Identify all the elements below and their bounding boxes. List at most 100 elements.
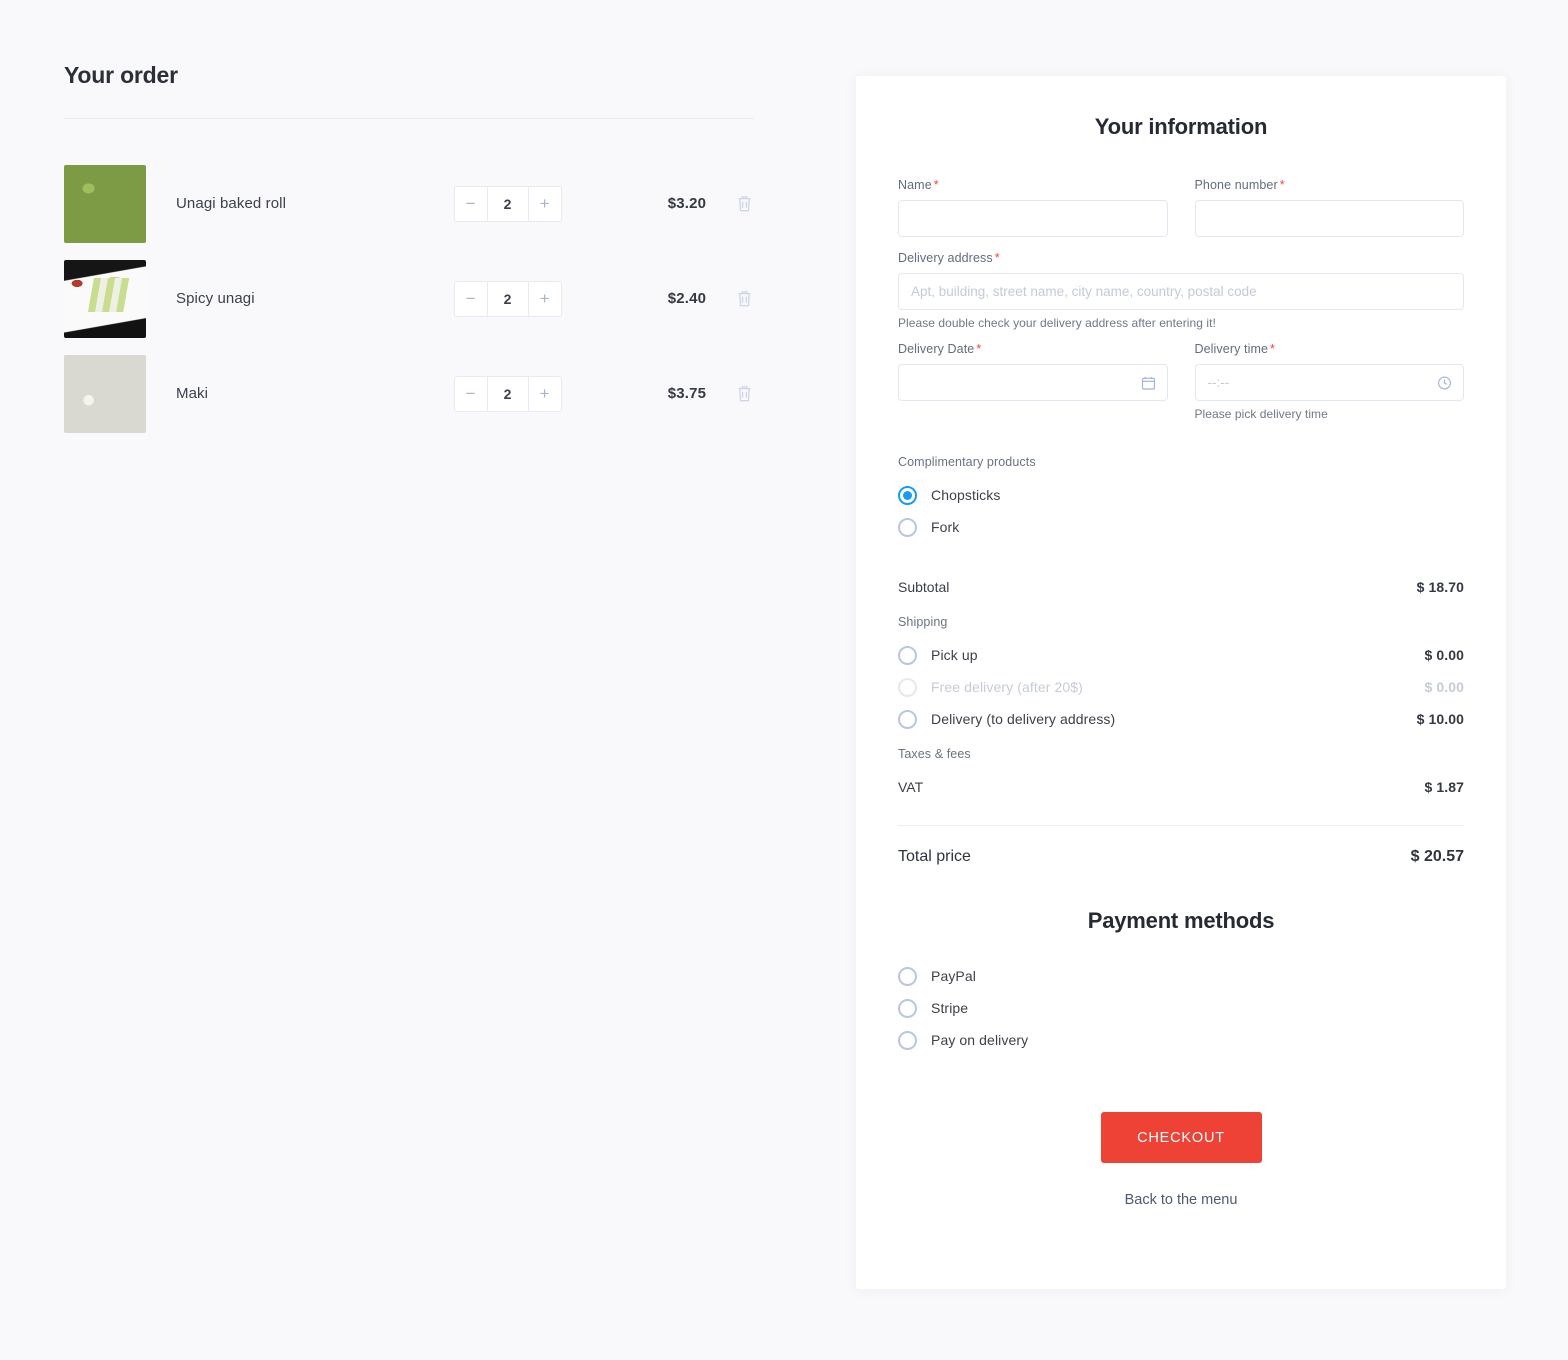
payment-options: PayPal Stripe Pay on delivery (898, 960, 1464, 1056)
date-field-group: Delivery Date * (898, 342, 1168, 421)
date-label-text: Delivery Date (898, 342, 975, 356)
remove-item-button[interactable] (734, 382, 754, 406)
checkout-page: Your order Unagi baked roll −2 + $3.20 Spicy… (0, 0, 1568, 1360)
radio-complimentary-1[interactable] (898, 517, 917, 537)
radio-payment-0[interactable] (898, 966, 917, 986)
payment-methods-title: Payment methods (1087, 908, 1275, 933)
time-hint: Please pick delivery time (1194, 407, 1328, 421)
radio-complimentary-0[interactable] (898, 485, 917, 505)
complimentary-option[interactable]: Fork (898, 517, 959, 537)
phone-field-group: Phone number * (1194, 178, 1465, 237)
phone-label: Phone number * (1195, 178, 1465, 192)
complimentary-row[interactable]: Chopsticks (898, 479, 1464, 511)
decrement-button[interactable]: − (455, 282, 487, 316)
complimentary-option[interactable]: Chopsticks (898, 485, 1001, 505)
order-item-list: Unagi baked roll −2 + $3.20 Spicy unagi −2 + $2… (64, 156, 754, 441)
name-label-text: Name (898, 178, 932, 192)
quantity-value: 2 (486, 376, 529, 411)
shipping-row[interactable]: Free delivery (after 20$) $ 0.00 (898, 671, 1464, 703)
radio-shipping-1[interactable] (898, 677, 917, 697)
total-row: Total price $ 20.57 (898, 848, 1464, 866)
shipping-option[interactable]: Free delivery (after 20$) (898, 677, 1083, 697)
shipping-label: Free delivery (after 20$) (931, 679, 1083, 695)
payment-label: Pay on delivery (931, 1032, 1029, 1048)
name-required-asterisk: * (933, 178, 939, 192)
vat-row: VAT $ 1.87 (898, 771, 1464, 803)
delivery-time-input[interactable] (1194, 364, 1464, 401)
quantity-stepper: −2 + (453, 375, 562, 412)
name-field-group: Name * (898, 178, 1168, 237)
payment-row[interactable]: Pay on delivery (898, 1024, 1464, 1056)
quantity-value: 2 (486, 281, 529, 316)
radio-shipping-0[interactable] (898, 645, 917, 665)
information-card: Your information Name * Phone number * Del… (856, 76, 1506, 1289)
increment-button[interactable]: + (529, 282, 561, 316)
quantity-stepper: −2 + (453, 185, 562, 222)
total-label: Total price (898, 848, 971, 865)
shipping-row[interactable]: Delivery (to delivery address) $ 10.00 (898, 703, 1464, 735)
item-thumbnail (64, 164, 146, 243)
vat-value: $ 1.87 (1424, 779, 1464, 795)
decrement-button[interactable]: − (455, 187, 487, 221)
phone-required-asterisk: * (1279, 178, 1285, 192)
checkout-button[interactable]: CHECKOUT (1100, 1112, 1262, 1163)
payment-option[interactable]: Stripe (898, 998, 969, 1018)
payment-row[interactable]: PayPal (898, 960, 1464, 992)
address-label: Delivery address * (898, 251, 1464, 265)
taxes-label: Taxes & fees (898, 747, 971, 761)
complimentary-label: Chopsticks (931, 487, 1001, 503)
quantity-stepper: −2 + (453, 280, 562, 317)
order-item-row: Unagi baked roll −2 + $3.20 (64, 156, 754, 251)
shipping-option[interactable]: Delivery (to delivery address) (898, 709, 1116, 729)
payment-option[interactable]: PayPal (898, 966, 976, 986)
complimentary-options: Chopsticks Fork (898, 479, 1464, 543)
payment-label: Stripe (931, 1000, 969, 1016)
increment-button[interactable]: + (529, 377, 561, 411)
complimentary-row[interactable]: Fork (898, 511, 1464, 543)
time-field-group: Delivery time* Please pick delivery time (1194, 342, 1465, 421)
date-required-asterisk: * (976, 342, 982, 356)
phone-input[interactable] (1194, 200, 1464, 237)
address-field-group: Delivery address* Please double check yo… (898, 251, 1464, 330)
shipping-option[interactable]: Pick up (898, 645, 978, 665)
name-input[interactable] (898, 200, 1168, 237)
payment-label: PayPal (931, 968, 976, 984)
shipping-options: Pick up $ 0.00 Free delivery (after 20$) $ … (898, 639, 1464, 735)
date-input-wrap (898, 364, 1168, 401)
phone-label-text: Phone number (1194, 178, 1278, 192)
radio-shipping-2[interactable] (898, 709, 917, 729)
order-panel: Your order Unagi baked roll −2 + $3.20 Spicy… (64, 62, 754, 441)
address-input[interactable] (898, 273, 1464, 310)
remove-item-button[interactable] (734, 192, 754, 216)
order-item-row: Spicy unagi −2 + $2.40 (64, 251, 754, 346)
order-divider (64, 118, 754, 119)
shipping-label: Delivery (to delivery address) (931, 711, 1116, 727)
item-thumbnail (64, 259, 146, 338)
back-to-menu-link[interactable]: Back to the menu (898, 1192, 1464, 1208)
subtotal-value: $ 18.70 (1416, 579, 1464, 595)
shipping-amount: $ 0.00 (1424, 647, 1464, 663)
item-price: $2.40 (667, 290, 707, 307)
remove-item-button[interactable] (734, 287, 754, 311)
delivery-date-input[interactable] (898, 364, 1168, 401)
increment-button[interactable]: + (529, 187, 561, 221)
radio-payment-2[interactable] (898, 1030, 917, 1050)
time-label: Delivery time * (1195, 342, 1465, 356)
order-item-row: Maki −2 + $3.75 (64, 346, 754, 441)
page-title: Your order (64, 62, 178, 88)
payment-option[interactable]: Pay on delivery (898, 1030, 1029, 1050)
shipping-row[interactable]: Pick up $ 0.00 (898, 639, 1464, 671)
radio-payment-1[interactable] (898, 998, 917, 1018)
name-label: Name * (898, 178, 1168, 192)
information-title: Your information (1094, 114, 1268, 139)
payment-row[interactable]: Stripe (898, 992, 1464, 1024)
decrement-button[interactable]: − (455, 377, 487, 411)
time-input-wrap (1194, 364, 1464, 401)
address-label-text: Delivery address (898, 251, 993, 265)
item-name: Spicy unagi (176, 290, 255, 307)
shipping-amount: $ 0.00 (1424, 679, 1464, 695)
vat-label: VAT (898, 779, 924, 795)
address-required-asterisk: * (994, 251, 1000, 265)
total-value: $ 20.57 (1410, 848, 1464, 865)
date-time-row: Delivery Date * Delivery time * --:-- Pl… (898, 342, 1464, 421)
